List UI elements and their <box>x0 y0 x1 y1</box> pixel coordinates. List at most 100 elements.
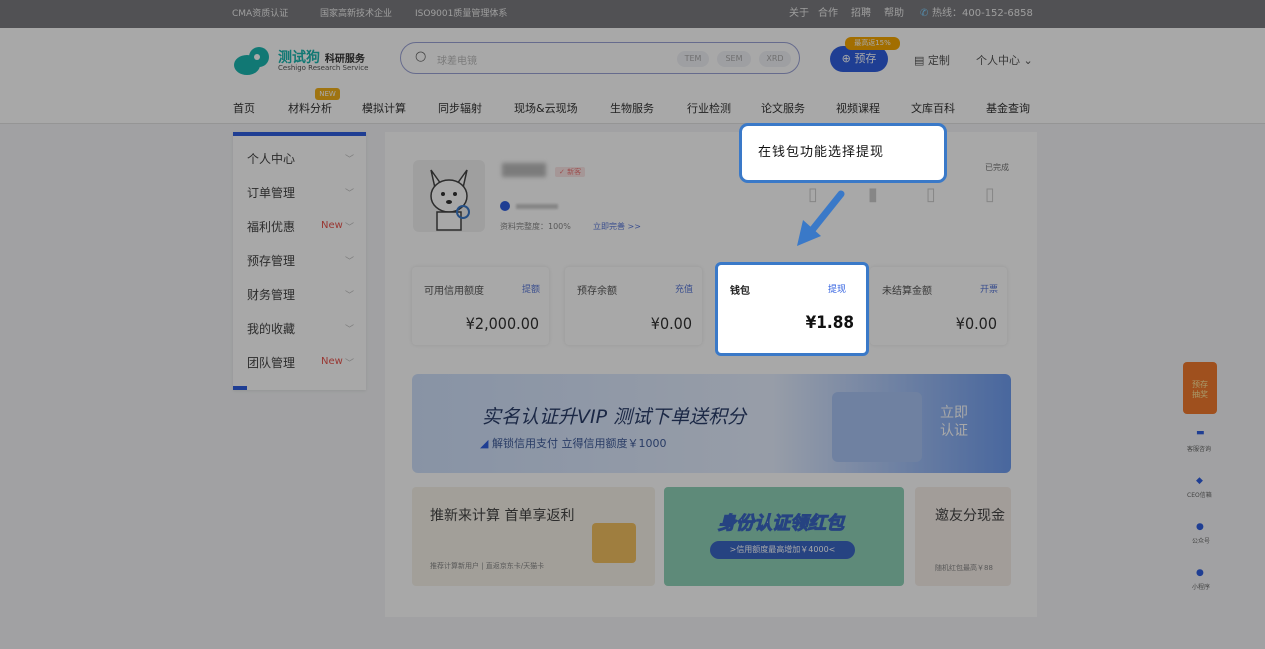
sidebar: 个人中心 ﹀ 订单管理 ﹀ 福利优惠 New ﹀ 预存管理 ﹀ 财务管理 ﹀ 我的收藏 ﹀ 团… <box>233 132 366 390</box>
sidebar-item-orders[interactable]: 订单管理 <box>247 184 295 201</box>
nav-onsite[interactable]: 现场&云现场 <box>514 100 578 116</box>
phone-icon: ✆ <box>920 8 929 19</box>
sidebar-item-finance[interactable]: 财务管理 <box>247 286 295 303</box>
raise-credit-link[interactable]: 提额 <box>522 282 540 295</box>
nav-simulation[interactable]: 模拟计算 <box>362 100 406 116</box>
prestore-value: ¥0.00 <box>650 314 692 333</box>
cma-cert: CMA资质认证 <box>232 9 289 19</box>
new-customer-tag: ✓ 新客 <box>555 167 586 177</box>
sidebar-top-accent <box>233 132 366 136</box>
customize-icon: ▤ <box>914 54 925 67</box>
lottery-label: 预存 抽奖 <box>1192 380 1208 399</box>
hightech-cert: 国家高新技术企业 <box>320 9 393 19</box>
search-tag-xrd[interactable]: XRD <box>759 51 791 67</box>
promo-invite-sub: 随机红包最高￥88 <box>935 564 993 572</box>
prestore-badge: 最高返15% <box>845 37 900 50</box>
miniprogram-icon[interactable]: ● <box>1196 568 1204 578</box>
banner-subtitle: ◢ 解锁信用支付 立得信用额度￥1000 <box>480 437 667 450</box>
sidebar-item-personal[interactable]: 个人中心 <box>247 150 295 167</box>
search-tag-tem[interactable]: TEM <box>677 51 709 67</box>
iso-cert: ISO9001质量管理体系 <box>415 9 508 19</box>
sidebar-item-benefits[interactable]: 福利优惠 <box>247 218 295 235</box>
brand-english: Ceshigo Research Service <box>278 64 369 72</box>
float-ceo-mail[interactable]: CEO信箱 <box>1187 490 1212 499</box>
promo-referral-title: 推新来计算 首单享返利 <box>430 508 575 524</box>
credit-label: 可用信用额度 <box>424 286 484 297</box>
link-help[interactable]: 帮助 <box>884 7 904 21</box>
sidebar-item-prestore[interactable]: 预存管理 <box>247 252 295 269</box>
new-badge: New <box>321 356 343 367</box>
nav-home[interactable]: 首页 <box>233 100 255 116</box>
chevron-down-icon: ⌄ <box>1023 54 1033 67</box>
verify-now-button[interactable]: 立即认证 <box>940 404 968 440</box>
nav-industry[interactable]: 行业检测 <box>687 100 731 116</box>
search-box[interactable]: ○ 球差电镜 TEM SEM XRD <box>400 42 800 74</box>
sidebar-item-favorites[interactable]: 我的收藏 <box>247 320 295 337</box>
profile-completeness: 资料完整度：100% <box>500 222 571 231</box>
link-cooperate[interactable]: 合作 <box>818 7 838 21</box>
new-badge: NEW <box>315 88 340 100</box>
prestore-lottery-widget[interactable]: 预存 抽奖 <box>1183 362 1217 414</box>
mail-icon[interactable]: ◆ <box>1196 476 1203 486</box>
chevron-down-icon: ﹀ <box>345 325 355 335</box>
search-icon: ○ <box>415 49 427 64</box>
wallet-card[interactable]: 钱包 提现 ¥1.88 <box>715 262 869 356</box>
invoice-link[interactable]: 开票 <box>980 282 998 295</box>
hotline: 热线：400-152-6858 <box>932 8 1033 19</box>
nav-library[interactable]: 文库百科 <box>911 100 955 116</box>
chevron-down-icon: ﹀ <box>345 257 355 267</box>
status-completed[interactable]: 已完成 <box>985 162 1009 173</box>
new-badge: New <box>321 220 343 231</box>
promo-invite[interactable]: 邀友分现金 随机红包最高￥88 <box>915 487 1011 586</box>
recharge-link[interactable]: 充值 <box>675 282 693 295</box>
order-status-icon: ▮ <box>868 184 878 205</box>
user-center-menu[interactable]: 个人中心 ⌄ <box>976 52 1033 68</box>
float-official-account[interactable]: 公众号 <box>1192 536 1210 545</box>
withdraw-link[interactable]: 提现 <box>828 282 846 295</box>
credit-card: 可用信用额度 提额 ¥2,000.00 <box>412 267 549 345</box>
order-status-icon: ▯ <box>926 184 936 205</box>
prestore-label: 预存余额 <box>577 286 617 297</box>
prestore-icon: ⊕ <box>841 52 851 65</box>
promo-referral-sub: 推荐计算新用户 | 直返京东卡/天猫卡 <box>430 562 545 570</box>
unsettled-label: 未结算金额 <box>882 286 932 297</box>
search-tag-sem[interactable]: SEM <box>717 51 751 67</box>
chevron-down-icon: ﹀ <box>345 359 355 369</box>
tutorial-tooltip: 在钱包功能选择提现 <box>739 123 947 183</box>
promo-referral[interactable]: 推新来计算 首单享返利 推荐计算新用户 | 直返京东卡/天猫卡 <box>412 487 655 586</box>
complete-profile-link[interactable]: 立即完善 >> <box>593 221 641 232</box>
avatar[interactable] <box>413 160 485 232</box>
order-status-icon: ▯ <box>985 184 995 205</box>
chat-icon[interactable]: ▬ <box>1196 428 1205 438</box>
nav-video[interactable]: 视频课程 <box>836 100 880 116</box>
promo-identity-sub: >信用额度最高增加￥4000< <box>710 541 855 559</box>
prestore-card: 预存余额 充值 ¥0.00 <box>565 267 702 345</box>
chevron-down-icon: ﹀ <box>345 189 355 199</box>
gift-icon <box>592 523 636 563</box>
banner-illustration <box>832 392 922 462</box>
sidebar-item-team[interactable]: 团队管理 <box>247 354 295 371</box>
promo-identity[interactable]: 身份认证领红包 >信用额度最高增加￥4000< <box>664 487 904 586</box>
wechat-icon[interactable]: ● <box>1196 522 1204 532</box>
verified-icon <box>500 201 510 211</box>
chevron-down-icon: ﹀ <box>345 291 355 301</box>
customize-button[interactable]: ▤ 定制 <box>914 52 950 68</box>
nav-bio[interactable]: 生物服务 <box>610 100 654 116</box>
chevron-down-icon: ﹀ <box>345 155 355 165</box>
vip-banner[interactable]: 实名认证升VIP 测试下单送积分 ◢ 解锁信用支付 立得信用额度￥1000 立即… <box>412 374 1011 473</box>
wallet-value: ¥1.88 <box>805 313 854 333</box>
float-mini-program[interactable]: 小程序 <box>1192 582 1210 591</box>
nav-paper[interactable]: 论文服务 <box>761 100 805 116</box>
float-support[interactable]: 客服咨询 <box>1187 444 1211 453</box>
search-input[interactable]: 球差电镜 <box>437 52 477 67</box>
arrow-icon <box>797 190 845 246</box>
unsettled-card: 未结算金额 开票 ¥0.00 <box>870 267 1007 345</box>
link-about[interactable]: 关于 <box>789 7 809 21</box>
nav-fund[interactable]: 基金查询 <box>986 100 1030 116</box>
nav-synchrotron[interactable]: 同步辐射 <box>438 100 482 116</box>
nav-material[interactable]: 材料分析 <box>288 100 332 116</box>
promo-invite-title: 邀友分现金 <box>935 508 1005 524</box>
chevron-down-icon: ﹀ <box>345 223 355 233</box>
promo-identity-title: 身份认证领红包 <box>718 513 845 535</box>
link-jobs[interactable]: 招聘 <box>851 7 871 21</box>
